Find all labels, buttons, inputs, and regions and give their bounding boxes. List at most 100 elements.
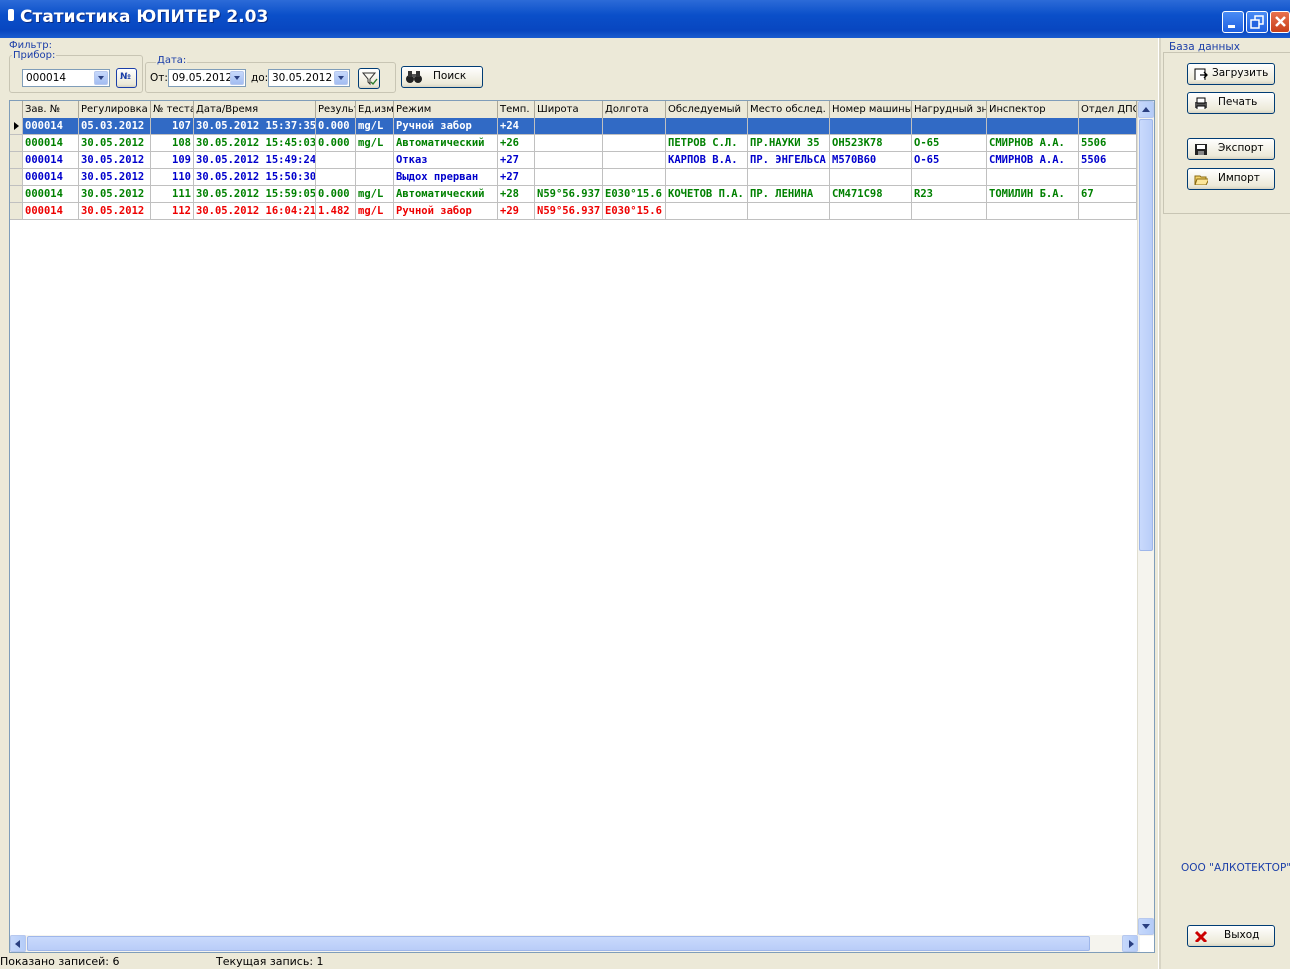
table-cell[interactable]: R23 xyxy=(912,186,987,203)
table-cell[interactable]: 30.05.2012 15:59:05 xyxy=(194,186,316,203)
date-to-select[interactable]: 30.05.2012 xyxy=(268,69,350,87)
minimize-button[interactable] xyxy=(1222,11,1244,33)
table-cell[interactable]: 000014 xyxy=(23,203,79,220)
table-cell[interactable]: 5506 xyxy=(1079,152,1137,169)
table-cell[interactable] xyxy=(603,152,666,169)
table-cell[interactable]: 109 xyxy=(151,152,194,169)
table-cell[interactable]: 112 xyxy=(151,203,194,220)
table-cell[interactable]: N59°56.937 xyxy=(535,203,603,220)
table-cell[interactable]: ПР. ЭНГЕЛЬСА xyxy=(748,152,830,169)
table-cell[interactable]: mg/L xyxy=(356,118,394,135)
column-header[interactable]: Инспектор xyxy=(987,101,1079,118)
table-row[interactable]: 000014 30.05.2012 109 30.05.2012 15:49:24 От… xyxy=(10,152,1140,169)
row-indicator[interactable] xyxy=(10,118,23,135)
table-cell[interactable]: 5506 xyxy=(1079,135,1137,152)
table-cell[interactable]: E030°15.6 xyxy=(603,186,666,203)
scroll-right-button[interactable] xyxy=(1122,935,1138,952)
table-cell[interactable]: Выдох прерван xyxy=(394,169,498,186)
table-cell[interactable]: N59°56.937 xyxy=(535,186,603,203)
chevron-down-icon[interactable] xyxy=(334,71,348,85)
table-cell[interactable] xyxy=(912,169,987,186)
chevron-down-icon[interactable] xyxy=(230,71,244,85)
import-button[interactable]: Импорт xyxy=(1187,168,1275,190)
table-cell[interactable]: 000014 xyxy=(23,186,79,203)
horizontal-scroll-thumb[interactable] xyxy=(27,936,1090,951)
table-cell[interactable]: +28 xyxy=(498,186,535,203)
vertical-scrollbar[interactable] xyxy=(1137,101,1154,936)
table-cell[interactable] xyxy=(603,118,666,135)
table-cell[interactable]: Автоматический xyxy=(394,186,498,203)
table-cell[interactable]: СМИРНОВ А.А. xyxy=(987,152,1079,169)
table-cell[interactable] xyxy=(666,118,748,135)
table-cell[interactable] xyxy=(830,118,912,135)
table-cell[interactable]: 05.03.2012 xyxy=(79,118,151,135)
table-cell[interactable] xyxy=(987,169,1079,186)
table-row[interactable]: 000014 30.05.2012 108 30.05.2012 15:45:03 0.… xyxy=(10,135,1140,152)
column-header[interactable]: Регулировка xyxy=(79,101,151,118)
table-cell[interactable] xyxy=(912,118,987,135)
table-row[interactable]: 000014 30.05.2012 110 30.05.2012 15:50:30 Вы… xyxy=(10,169,1140,186)
table-cell[interactable] xyxy=(987,203,1079,220)
table-cell[interactable]: 110 xyxy=(151,169,194,186)
table-cell[interactable]: КОЧЕТОВ П.А. xyxy=(666,186,748,203)
column-header[interactable]: Ед.изм xyxy=(356,101,394,118)
table-cell[interactable] xyxy=(830,169,912,186)
table-cell[interactable]: Отказ xyxy=(394,152,498,169)
column-header[interactable]: Дата/Время xyxy=(194,101,316,118)
row-indicator[interactable] xyxy=(10,135,23,152)
column-header[interactable]: Результ xyxy=(316,101,356,118)
table-cell[interactable]: ОН523К78 xyxy=(830,135,912,152)
export-button[interactable]: Экспорт xyxy=(1187,138,1275,160)
table-cell[interactable]: СМИРНОВ А.А. xyxy=(987,135,1079,152)
table-cell[interactable]: +29 xyxy=(498,203,535,220)
row-indicator[interactable] xyxy=(10,186,23,203)
table-cell[interactable]: 30.05.2012 xyxy=(79,203,151,220)
column-header[interactable]: Долгота xyxy=(603,101,666,118)
table-cell[interactable]: 30.05.2012 xyxy=(79,186,151,203)
column-header[interactable]: Номер машины xyxy=(830,101,912,118)
row-indicator[interactable] xyxy=(10,203,23,220)
table-row[interactable]: 000014 05.03.2012 107 30.05.2012 15:37:35 0.… xyxy=(10,118,1140,135)
table-cell[interactable] xyxy=(316,169,356,186)
table-cell[interactable] xyxy=(748,203,830,220)
column-header[interactable]: Широта xyxy=(535,101,603,118)
device-select[interactable]: 000014 xyxy=(22,69,110,87)
column-header[interactable]: № теста xyxy=(151,101,194,118)
table-cell[interactable] xyxy=(1079,203,1137,220)
table-cell[interactable] xyxy=(356,152,394,169)
table-cell[interactable]: М570В60 xyxy=(830,152,912,169)
column-header[interactable]: Обследуемый xyxy=(666,101,748,118)
table-cell[interactable] xyxy=(535,169,603,186)
table-cell[interactable]: ПР.НАУКИ 35 xyxy=(748,135,830,152)
table-cell[interactable]: 0.000 xyxy=(316,135,356,152)
column-header[interactable]: Режим xyxy=(394,101,498,118)
apply-filter-button[interactable] xyxy=(358,68,380,89)
table-cell[interactable] xyxy=(1079,169,1137,186)
table-cell[interactable] xyxy=(603,135,666,152)
column-header[interactable]: Зав. № xyxy=(23,101,79,118)
scroll-left-button[interactable] xyxy=(10,935,26,952)
table-cell[interactable]: 000014 xyxy=(23,135,79,152)
table-cell[interactable]: 000014 xyxy=(23,169,79,186)
chevron-down-icon[interactable] xyxy=(94,71,108,85)
table-cell[interactable]: 000014 xyxy=(23,152,79,169)
search-button[interactable]: Поиск xyxy=(401,66,483,88)
row-indicator[interactable] xyxy=(10,169,23,186)
table-cell[interactable]: ПЕТРОВ С.Л. xyxy=(666,135,748,152)
close-button[interactable] xyxy=(1270,11,1290,33)
row-indicator[interactable] xyxy=(10,152,23,169)
table-cell[interactable] xyxy=(316,152,356,169)
table-cell[interactable]: О-65 xyxy=(912,152,987,169)
records-table[interactable]: Зав. № Регулировка № теста Дата/Время Резуль… xyxy=(9,100,1155,953)
table-cell[interactable]: СМ471С98 xyxy=(830,186,912,203)
table-cell[interactable]: ТОМИЛИН Б.А. xyxy=(987,186,1079,203)
exit-button[interactable]: Выход xyxy=(1187,925,1275,947)
table-cell[interactable]: E030°15.6 xyxy=(603,203,666,220)
load-button[interactable]: Загрузить xyxy=(1187,63,1275,85)
table-cell[interactable]: mg/L xyxy=(356,186,394,203)
table-cell[interactable]: Ручной забор xyxy=(394,118,498,135)
table-cell[interactable] xyxy=(603,169,666,186)
table-cell[interactable]: КАРПОВ В.А. xyxy=(666,152,748,169)
print-button[interactable]: Печать xyxy=(1187,92,1275,114)
table-cell[interactable] xyxy=(535,118,603,135)
